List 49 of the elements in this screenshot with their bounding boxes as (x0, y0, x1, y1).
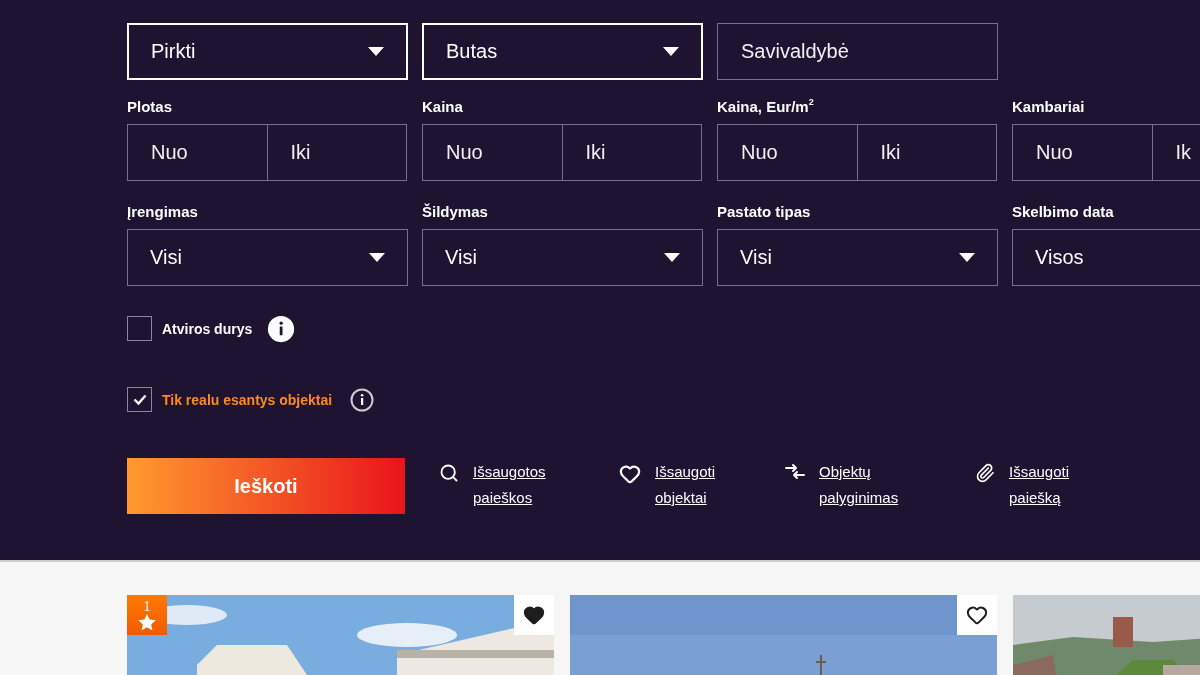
dropdown[interactable]: Visos (1012, 229, 1200, 286)
field-label: Šildymas (422, 202, 489, 222)
link[interactable]: Objektų palyginimas (819, 459, 929, 511)
input-field[interactable]: Savivaldybė (717, 23, 998, 80)
rank-number: 1 (143, 599, 151, 614)
field-label: Kambariai (1012, 97, 1086, 117)
field-label: Plotas (127, 97, 173, 117)
dropdown[interactable]: Visi (127, 229, 408, 286)
favorite-button[interactable] (957, 595, 997, 635)
caret-icon (959, 253, 975, 262)
heart-icon (619, 463, 641, 485)
caret-icon (368, 47, 384, 56)
input-field[interactable]: Nuo (717, 124, 858, 181)
caret-icon (663, 47, 679, 56)
field-label: Kaina, Eur/m$^{2}$ (717, 96, 815, 117)
info-icon[interactable] (350, 387, 375, 412)
search-icon (439, 463, 459, 483)
arrows-icon (785, 463, 805, 481)
field-label: Įrengimas (127, 202, 199, 222)
input-field[interactable]: Iki (266, 124, 407, 181)
dropdown[interactable]: Pirkti (127, 23, 408, 80)
input-field[interactable]: Iki (561, 124, 702, 181)
input-field[interactable]: Iki (856, 124, 997, 181)
field-label: Skelbimo data (1012, 202, 1115, 222)
link[interactable]: Išsaugotos paieškos (473, 459, 583, 511)
caret-icon (369, 253, 385, 262)
favorite-button[interactable] (514, 595, 554, 635)
field-label: Pastato tipas (717, 202, 812, 222)
info-icon[interactable] (266, 313, 297, 344)
checkbox[interactable] (127, 316, 152, 341)
dropdown[interactable]: Visi (422, 229, 703, 286)
caret-icon (664, 253, 680, 262)
checkbox[interactable] (127, 387, 152, 412)
star-icon (138, 614, 156, 631)
heart-icon (523, 604, 545, 626)
dropdown[interactable]: Butas (422, 23, 703, 80)
input-field[interactable]: Nuo (422, 124, 563, 181)
input-field[interactable]: Nuo (127, 124, 268, 181)
input-field[interactable]: Nuo (1012, 124, 1153, 181)
checkmark-icon (132, 394, 147, 405)
heart-icon (966, 604, 988, 626)
input-field[interactable]: Ik (1151, 124, 1200, 181)
checkbox-label[interactable]: Atviros durys (162, 320, 253, 337)
dropdown[interactable]: Visi (717, 229, 998, 286)
field-label: Kaina (422, 97, 464, 117)
link[interactable]: Išsaugoti objektai (655, 459, 765, 511)
link[interactable]: Išsaugoti paiešką (1009, 459, 1119, 511)
paperclip-icon (975, 463, 995, 483)
checkbox-label[interactable]: Tik realu esantys objektai (162, 391, 333, 408)
